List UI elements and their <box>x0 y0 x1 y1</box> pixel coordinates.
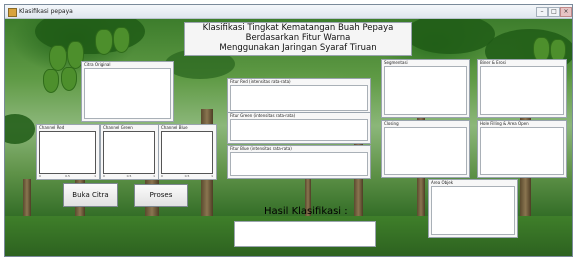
papaya-fruit <box>61 67 77 91</box>
papaya-fruit <box>43 69 59 93</box>
title-line: Berdasarkan Fitur Warna <box>245 33 351 43</box>
tick-label: 0 <box>161 174 163 178</box>
maximize-button[interactable]: □ <box>548 7 560 17</box>
foliage <box>5 114 35 144</box>
feature-blue-panel: Fitur Blue (intensitas rata-rata) <box>227 145 371 179</box>
feature-green-field <box>230 119 368 141</box>
channel-red-panel: Channel Red 0 0.5 1 <box>36 124 100 180</box>
title-line: Menggunakan Jaringan Syaraf Tiruan <box>219 43 377 53</box>
feature-label: Fitur Blue (intensitas rata-rata) <box>230 146 292 151</box>
segmentation-panel: Segmentasi <box>381 59 470 118</box>
tick-label: 0 <box>39 174 41 178</box>
tick-label: 0.5 <box>184 174 190 178</box>
x-axis-ticks: 0 0.5 1 <box>161 174 213 179</box>
hole-filling-panel: Hole Filling & Area Open <box>477 120 567 178</box>
tick-label: 0.5 <box>65 174 70 178</box>
tick-label: 1 <box>153 174 155 178</box>
window-title: Klasifikasi pepaya <box>19 8 73 15</box>
object-area-panel: Area Objek <box>428 179 518 238</box>
process-button[interactable]: Proses <box>134 184 188 207</box>
tick-label: 0.5 <box>126 174 132 178</box>
result-label: Hasil Klasifikasi : <box>264 206 348 217</box>
papaya-fruit <box>113 27 130 53</box>
title-bar[interactable]: Klasifikasi pepaya – □ × <box>5 5 572 19</box>
original-image-panel: Citra Original <box>81 61 174 122</box>
page-title: Klasifikasi Tingkat Kematangan Buah Pepa… <box>184 22 412 56</box>
channel-green-axes <box>103 131 155 174</box>
tick-label: 1 <box>94 174 96 178</box>
segmentation-axes <box>384 66 467 115</box>
load-image-button[interactable]: Buka Citra <box>63 183 118 207</box>
x-axis-ticks: 0 0.5 1 <box>103 174 155 179</box>
original-image-axes <box>84 68 171 119</box>
title-line: Klasifikasi Tingkat Kematangan Buah Pepa… <box>202 23 394 33</box>
feature-red-panel: Fitur Red (intensitas rata-rata) <box>227 78 371 114</box>
app-icon <box>8 8 17 17</box>
channel-red-axes <box>39 131 96 174</box>
object-area-axes <box>431 186 515 235</box>
foliage <box>405 19 495 54</box>
tick-label: 0 <box>103 174 105 178</box>
x-axis-ticks: 0 0.5 1 <box>39 174 96 179</box>
feature-green-panel: Fitur Green (intensitas rata-rata) <box>227 112 371 144</box>
result-field <box>234 221 376 247</box>
feature-label: Fitur Red (intensitas rata-rata) <box>230 79 291 84</box>
binary-erosion-panel: Biner & Erosi <box>477 59 567 118</box>
feature-label: Fitur Green (intensitas rata-rata) <box>230 113 296 118</box>
feature-red-field <box>230 85 368 111</box>
binary-erosion-axes <box>480 66 564 115</box>
closing-panel: Closing <box>381 120 470 178</box>
channel-blue-axes <box>161 131 213 174</box>
channel-blue-panel: Channel Blue 0 0.5 1 <box>158 124 217 180</box>
tick-label: 1 <box>211 174 213 178</box>
close-button[interactable]: × <box>560 7 572 17</box>
app-window: Klasifikasi pepaya – □ × Klasifikasi Tin… <box>4 4 573 257</box>
closing-axes <box>384 127 467 175</box>
minimize-button[interactable]: – <box>536 7 548 17</box>
channel-green-panel: Channel Green 0 0.5 1 <box>100 124 159 180</box>
papaya-fruit <box>95 29 113 55</box>
hole-filling-axes <box>480 127 564 175</box>
feature-blue-field <box>230 152 368 176</box>
